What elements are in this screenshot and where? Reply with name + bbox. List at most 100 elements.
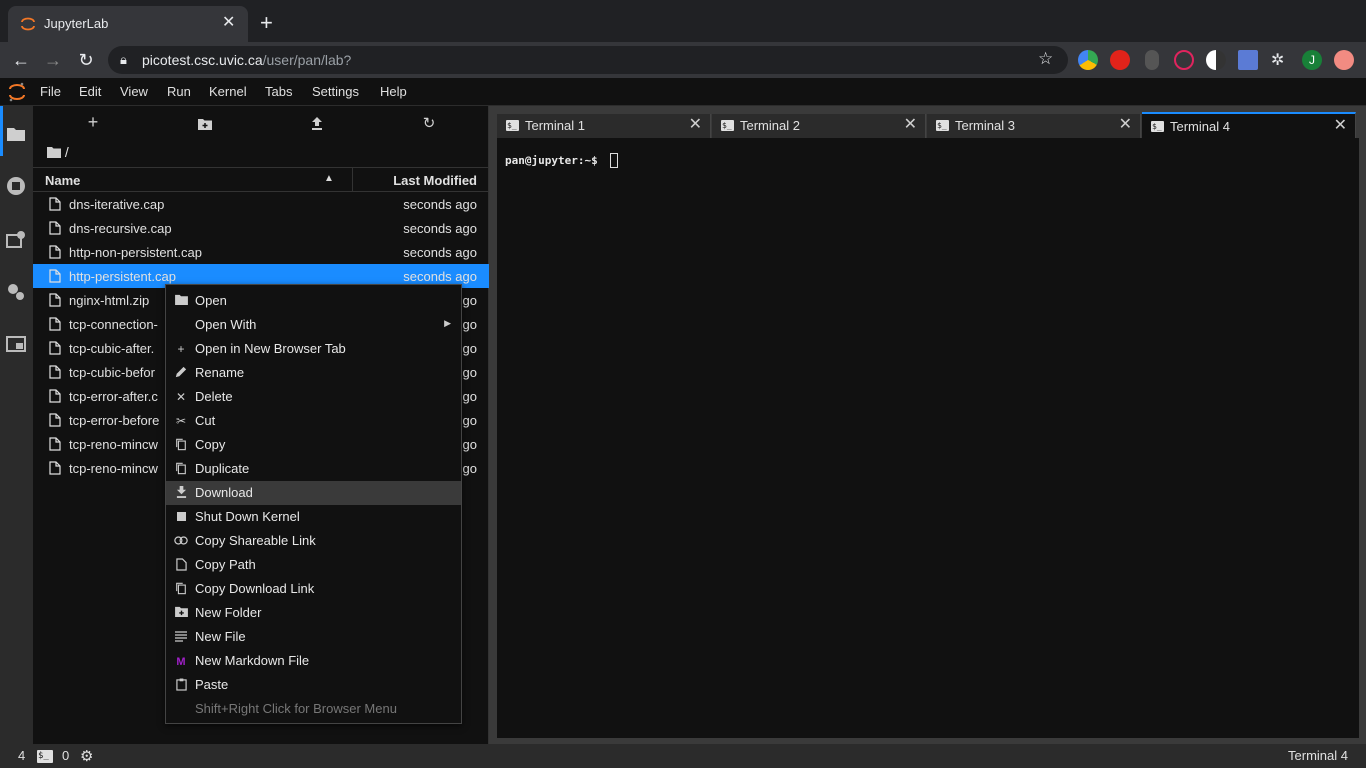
- file-name: tcp-reno-mincw: [69, 437, 158, 452]
- browser-tab[interactable]: JupyterLab ✕: [8, 6, 248, 42]
- text-file-icon: [174, 630, 188, 644]
- upload-icon[interactable]: [311, 117, 323, 130]
- menu-item-shut-down-kernel[interactable]: Shut Down Kernel: [166, 505, 461, 529]
- menu-help[interactable]: Help: [380, 84, 407, 99]
- breadcrumb-root[interactable]: /: [65, 144, 69, 160]
- file-icon: [49, 413, 61, 427]
- menu-item-cut[interactable]: ✂ Cut: [166, 409, 461, 433]
- menu-item-new-file[interactable]: New File: [166, 625, 461, 649]
- menu-kernel[interactable]: Kernel: [209, 84, 247, 99]
- forward-arrow-icon[interactable]: →: [41, 48, 65, 72]
- running-sessions-icon[interactable]: [6, 176, 26, 196]
- terminal-pane[interactable]: pan@jupyter:~$: [497, 138, 1359, 738]
- extension-red-icon[interactable]: [1334, 50, 1354, 70]
- close-icon[interactable]: ✕: [904, 116, 917, 134]
- menu-item-copy[interactable]: Copy: [166, 433, 461, 457]
- close-icon: ✕: [175, 390, 187, 404]
- file-icon: [49, 221, 61, 235]
- close-icon[interactable]: ✕: [1119, 116, 1132, 134]
- address-bar[interactable]: 🔒︎ picotest.csc.uvic.ca/user/pan/lab? ☆: [108, 46, 1068, 74]
- browser-tab-title: JupyterLab: [44, 16, 109, 31]
- close-icon[interactable]: ✕: [689, 116, 702, 134]
- menu-tabs[interactable]: Tabs: [265, 84, 292, 99]
- file-icon: [49, 293, 61, 307]
- pencil-icon: [174, 366, 188, 380]
- menu-run[interactable]: Run: [167, 84, 191, 99]
- terminal-count[interactable]: 4: [18, 748, 25, 763]
- file-icon: [49, 317, 61, 331]
- menu-item-paste[interactable]: Paste: [166, 673, 461, 697]
- browser-toolbar: ← → ↻ 🔒︎ picotest.csc.uvic.ca/user/pan/l…: [0, 42, 1366, 78]
- file-modified: seconds ago: [403, 269, 477, 284]
- new-tab-icon[interactable]: +: [260, 12, 273, 34]
- file-modified: go: [462, 389, 477, 404]
- menu-edit[interactable]: Edit: [79, 84, 101, 99]
- adblock-icon[interactable]: [1110, 50, 1130, 70]
- tab-terminal-4[interactable]: $_ Terminal 4 ✕: [1142, 112, 1356, 138]
- menu-item-label: Copy Shareable Link: [195, 533, 316, 548]
- file-modified: go: [462, 293, 477, 308]
- tab-terminal-2[interactable]: $_ Terminal 2 ✕: [712, 114, 926, 138]
- close-icon[interactable]: ✕: [1334, 117, 1347, 135]
- stop-icon: [174, 510, 188, 524]
- active-document-label: Terminal 4: [1288, 748, 1348, 763]
- folder-icon[interactable]: [6, 124, 26, 144]
- menu-item-new-folder[interactable]: New Folder: [166, 601, 461, 625]
- tab-terminal-1[interactable]: $_ Terminal 1 ✕: [497, 114, 711, 138]
- reload-icon[interactable]: ↻: [74, 48, 98, 72]
- tab-label: Terminal 4: [1170, 119, 1230, 134]
- back-arrow-icon[interactable]: ←: [9, 48, 33, 72]
- new-folder-icon[interactable]: [198, 118, 212, 130]
- menu-item-copy-path[interactable]: Copy Path: [166, 553, 461, 577]
- menu-item-open-in-new-browser-tab[interactable]: + Open in New Browser Tab: [166, 337, 461, 361]
- menu-item-duplicate[interactable]: Duplicate: [166, 457, 461, 481]
- bookmark-star-icon[interactable]: ☆: [1038, 49, 1053, 69]
- menu-item-copy-shareable-link[interactable]: Copy Shareable Link: [166, 529, 461, 553]
- terminal-status-icon[interactable]: $_: [37, 750, 53, 763]
- menu-file[interactable]: File: [40, 84, 61, 99]
- menu-item-open[interactable]: Open: [166, 289, 461, 313]
- kernel-status-icon[interactable]: ⚙: [80, 747, 93, 765]
- kernel-count[interactable]: 0: [62, 748, 69, 763]
- profile-avatar[interactable]: J: [1302, 50, 1322, 70]
- menu-item-copy-download-link[interactable]: Copy Download Link: [166, 577, 461, 601]
- file-modified: seconds ago: [403, 197, 477, 212]
- file-row[interactable]: http-non-persistent.cap seconds ago: [33, 240, 489, 264]
- menu-view[interactable]: View: [120, 84, 148, 99]
- file-modified: go: [462, 317, 477, 332]
- menu-item-download[interactable]: Download: [166, 481, 461, 505]
- column-name[interactable]: Name: [45, 173, 80, 188]
- column-last-modified[interactable]: Last Modified: [393, 173, 477, 188]
- menu-item-shift-right-click-for-browser-menu: Shift+Right Click for Browser Menu: [166, 697, 461, 721]
- dark-mode-icon[interactable]: [1206, 50, 1226, 70]
- menu-settings[interactable]: Settings: [312, 84, 359, 99]
- extensions-puzzle-icon[interactable]: ✲: [1271, 50, 1284, 70]
- extension-grid-icon[interactable]: [1238, 50, 1258, 70]
- file-icon: [49, 461, 61, 475]
- tabs-panel-icon[interactable]: [6, 334, 26, 354]
- menu-item-label: Copy Path: [195, 557, 256, 572]
- close-tab-icon[interactable]: ✕: [222, 14, 235, 32]
- extension-manager-icon[interactable]: [6, 282, 26, 302]
- file-name: dns-recursive.cap: [69, 221, 172, 236]
- menu-item-open-with[interactable]: Open With ▶: [166, 313, 461, 337]
- commands-icon[interactable]: [6, 230, 26, 250]
- google-drive-icon[interactable]: [1078, 50, 1098, 70]
- file-row[interactable]: dns-recursive.cap seconds ago: [33, 216, 489, 240]
- home-folder-icon[interactable]: [47, 147, 61, 158]
- file-modified: go: [462, 461, 477, 476]
- tab-label: Terminal 3: [955, 118, 1015, 133]
- new-launcher-icon[interactable]: +: [81, 112, 105, 132]
- extension-capsule-icon[interactable]: [1145, 50, 1159, 70]
- file-row[interactable]: dns-iterative.cap seconds ago: [33, 192, 489, 216]
- menu-item-label: New File: [195, 629, 246, 644]
- tab-terminal-3[interactable]: $_ Terminal 3 ✕: [927, 114, 1141, 138]
- menu-item-rename[interactable]: Rename: [166, 361, 461, 385]
- menu-item-delete[interactable]: ✕ Delete: [166, 385, 461, 409]
- refresh-icon[interactable]: ↻: [417, 114, 441, 134]
- menu-item-label: Delete: [195, 389, 233, 404]
- extension-play-icon[interactable]: [1174, 50, 1194, 70]
- terminal-icon: $_: [1151, 121, 1164, 132]
- file-name: dns-iterative.cap: [69, 197, 165, 212]
- menu-item-new-markdown-file[interactable]: M New Markdown File: [166, 649, 461, 673]
